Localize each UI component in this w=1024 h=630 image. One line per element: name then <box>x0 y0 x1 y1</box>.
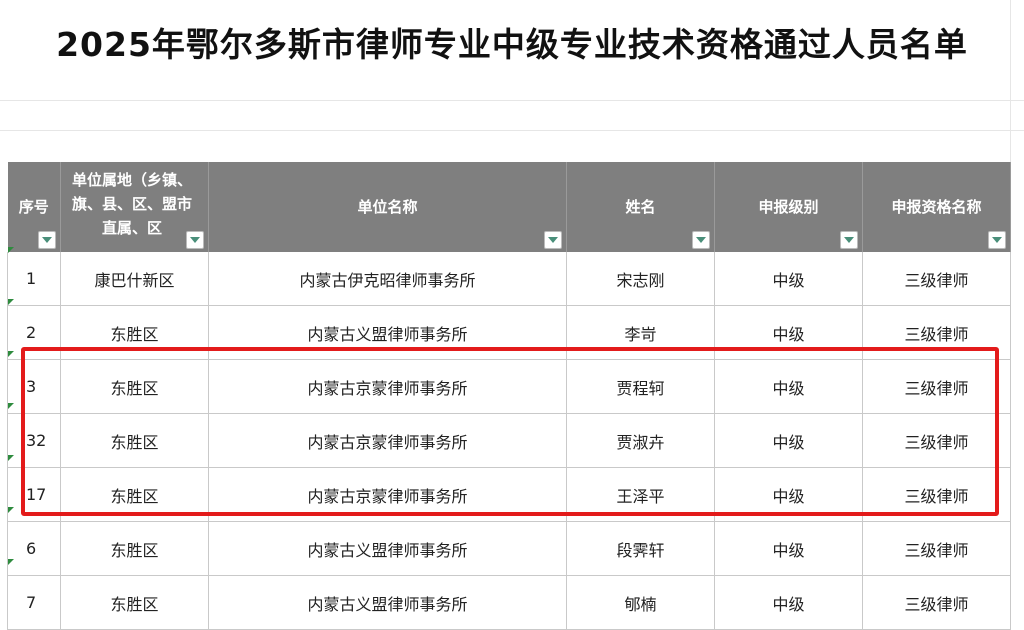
table-row[interactable]: 7 东胜区 内蒙古义盟律师事务所 郇楠 中级 三级律师 <box>7 575 1011 630</box>
cell-unit[interactable]: 内蒙古京蒙律师事务所 <box>208 413 567 468</box>
cell-index[interactable]: 6 <box>7 521 61 576</box>
col-header-index: 序号 <box>7 162 61 252</box>
col-header-label: 姓名 <box>625 198 656 216</box>
col-header-name: 姓名 <box>566 162 715 252</box>
cell-qualification[interactable]: 三级律师 <box>862 521 1011 576</box>
cell-region[interactable]: 东胜区 <box>60 305 209 360</box>
table-row[interactable]: 6 东胜区 内蒙古义盟律师事务所 段霁轩 中级 三级律师 <box>7 521 1011 576</box>
filter-dropdown-icon[interactable] <box>38 231 56 249</box>
col-header-label: 申报资格名称 <box>891 198 982 216</box>
table-row[interactable]: 32 东胜区 内蒙古京蒙律师事务所 贾淑卉 中级 三级律师 <box>7 413 1011 468</box>
cell-region[interactable]: 东胜区 <box>60 575 209 630</box>
cell-index[interactable]: 3 <box>7 359 61 414</box>
cell-region[interactable]: 东胜区 <box>60 413 209 468</box>
cell-region[interactable]: 康巴什新区 <box>60 252 209 306</box>
cell-name[interactable]: 王泽平 <box>566 467 715 522</box>
cell-marker-icon <box>8 507 14 513</box>
cell-qualification[interactable]: 三级律师 <box>862 413 1011 468</box>
col-header-label: 单位属地（乡镇、旗、县、区、盟市直属、区 <box>71 171 192 237</box>
cell-marker-icon <box>8 247 14 253</box>
table-row[interactable]: 2 东胜区 内蒙古义盟律师事务所 李岢 中级 三级律师 <box>7 305 1011 360</box>
filter-dropdown-icon[interactable] <box>544 231 562 249</box>
cell-qualification[interactable]: 三级律师 <box>862 467 1011 522</box>
cell-level[interactable]: 中级 <box>714 521 863 576</box>
cell-index[interactable]: 32 <box>7 413 61 468</box>
filter-dropdown-icon[interactable] <box>186 231 204 249</box>
cell-marker-icon <box>8 403 14 409</box>
cell-level[interactable]: 中级 <box>714 575 863 630</box>
cell-index[interactable]: 2 <box>7 305 61 360</box>
cell-index[interactable]: 7 <box>7 575 61 630</box>
col-header-unit: 单位名称 <box>208 162 567 252</box>
cell-qualification[interactable]: 三级律师 <box>862 252 1011 306</box>
cell-name[interactable]: 贾程轲 <box>566 359 715 414</box>
cell-marker-icon <box>8 351 14 357</box>
cell-qualification[interactable]: 三级律师 <box>862 359 1011 414</box>
col-header-level: 申报级别 <box>714 162 863 252</box>
cell-qualification[interactable]: 三级律师 <box>862 305 1011 360</box>
filter-dropdown-icon[interactable] <box>692 231 710 249</box>
cell-name[interactable]: 宋志刚 <box>566 252 715 306</box>
cell-level[interactable]: 中级 <box>714 305 863 360</box>
cell-marker-icon <box>8 299 14 305</box>
cell-level[interactable]: 中级 <box>714 359 863 414</box>
col-header-qualification: 申报资格名称 <box>862 162 1011 252</box>
col-header-region: 单位属地（乡镇、旗、县、区、盟市直属、区 <box>60 162 209 252</box>
cell-name[interactable]: 贾淑卉 <box>566 413 715 468</box>
cell-level[interactable]: 中级 <box>714 413 863 468</box>
cell-marker-icon <box>8 559 14 565</box>
col-header-label: 申报级别 <box>758 198 819 216</box>
cell-qualification[interactable]: 三级律师 <box>862 575 1011 630</box>
col-header-label: 序号 <box>18 198 49 216</box>
filter-dropdown-icon[interactable] <box>840 231 858 249</box>
header-row: 序号 单位属地（乡镇、旗、县、区、盟市直属、区 单位名称 姓名 申报级别 申报资… <box>7 162 1011 252</box>
cell-unit[interactable]: 内蒙古义盟律师事务所 <box>208 305 567 360</box>
cell-level[interactable]: 中级 <box>714 467 863 522</box>
table-row[interactable]: 1 康巴什新区 内蒙古伊克昭律师事务所 宋志刚 中级 三级律师 <box>7 252 1011 306</box>
cell-marker-icon <box>8 455 14 461</box>
cell-index[interactable]: 17 <box>7 467 61 522</box>
table-row[interactable]: 3 东胜区 内蒙古京蒙律师事务所 贾程轲 中级 三级律师 <box>7 359 1011 414</box>
filter-dropdown-icon[interactable] <box>988 231 1006 249</box>
table-row[interactable]: 17 东胜区 内蒙古京蒙律师事务所 王泽平 中级 三级律师 <box>7 467 1011 522</box>
cell-region[interactable]: 东胜区 <box>60 359 209 414</box>
col-header-label: 单位名称 <box>357 198 418 216</box>
cell-region[interactable]: 东胜区 <box>60 521 209 576</box>
cell-name[interactable]: 郇楠 <box>566 575 715 630</box>
cell-unit[interactable]: 内蒙古义盟律师事务所 <box>208 575 567 630</box>
cell-unit[interactable]: 内蒙古京蒙律师事务所 <box>208 467 567 522</box>
cell-name[interactable]: 李岢 <box>566 305 715 360</box>
cell-unit[interactable]: 内蒙古义盟律师事务所 <box>208 521 567 576</box>
sheet-title: 2025年鄂尔多斯市律师专业中级专业技术资格通过人员名单 <box>56 25 968 64</box>
cell-unit[interactable]: 内蒙古京蒙律师事务所 <box>208 359 567 414</box>
cell-region[interactable]: 东胜区 <box>60 467 209 522</box>
cell-name[interactable]: 段霁轩 <box>566 521 715 576</box>
cell-unit[interactable]: 内蒙古伊克昭律师事务所 <box>208 252 567 306</box>
cell-level[interactable]: 中级 <box>714 252 863 306</box>
personnel-table: 序号 单位属地（乡镇、旗、县、区、盟市直属、区 单位名称 姓名 申报级别 申报资… <box>7 162 1011 630</box>
cell-index[interactable]: 1 <box>7 252 61 306</box>
